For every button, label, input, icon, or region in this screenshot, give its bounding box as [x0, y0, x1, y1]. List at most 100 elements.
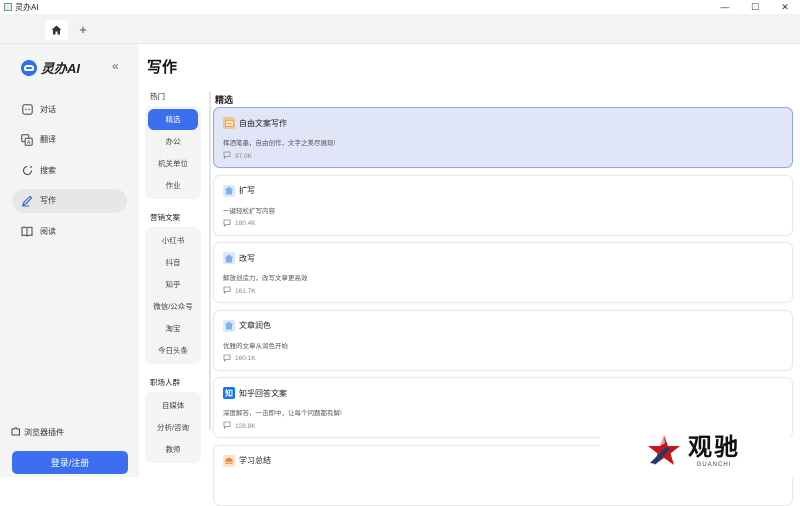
maximize-button[interactable]: ☐ — [740, 0, 770, 14]
card-description: 挥洒笔墨，自由创作，文字之美尽展现! — [223, 140, 336, 147]
card-description: 深度解答，一击即中，让每个问题都有解! — [223, 410, 342, 417]
browser-plugin-link[interactable]: 浏览器插件 — [11, 426, 64, 438]
translate-icon: A — [21, 133, 33, 146]
sidebar-item-chat[interactable]: 对话 — [12, 97, 127, 121]
minimize-button[interactable]: — — [710, 0, 740, 14]
logo-icon — [21, 59, 37, 76]
card-usage: 161.7K — [223, 286, 256, 296]
comment-icon — [223, 151, 231, 161]
brand-name: 灵办AI — [41, 61, 81, 76]
rewrite-icon — [223, 252, 235, 264]
sidebar-item-write[interactable]: 写作 — [12, 188, 127, 213]
card-usage: 160.1K — [223, 354, 256, 364]
sidebar-item-label: 阅读 — [40, 226, 56, 236]
sidebar-item-label: 翻译 — [40, 135, 56, 144]
home-icon — [51, 25, 62, 35]
comment-icon — [223, 421, 231, 431]
watermark-english: GUANCHI — [696, 461, 732, 468]
template-card[interactable]: 改写 解放创造力，改写文章更高效 161.7K — [213, 242, 793, 303]
category-group-heading: 营销文案 — [150, 212, 180, 222]
category-item[interactable]: 办公 — [148, 131, 198, 152]
category-item[interactable]: 知乎 — [148, 274, 198, 295]
usage-count: 180.4K — [235, 220, 256, 227]
scroll-divider[interactable] — [209, 92, 211, 430]
sidebar-item-label: 写作 — [40, 196, 56, 205]
close-button[interactable]: ✕ — [770, 0, 800, 14]
card-description: 解放创造力，改写文章更高效 — [223, 275, 308, 282]
watermark: 观驰 GUANCHI — [646, 433, 740, 469]
template-card[interactable]: 自由文案写作 挥洒笔墨，自由创作，文字之美尽展现! 97.0K — [213, 107, 793, 168]
category-item[interactable]: 作业 — [148, 175, 198, 196]
category-item[interactable]: 微信/公众号 — [148, 296, 198, 317]
add-tab-button[interactable]: + — [74, 20, 92, 38]
comment-icon — [223, 219, 231, 229]
sidebar-item-read[interactable]: 阅读 — [12, 219, 127, 243]
category-item[interactable]: 机关单位 — [148, 153, 198, 174]
login-register-button[interactable]: 登录/注册 — [12, 451, 128, 474]
category-item[interactable]: 抖音 — [148, 252, 198, 273]
chat-icon — [21, 103, 33, 115]
category-item[interactable]: 精选 — [148, 109, 198, 130]
sidebar-item-search[interactable]: 搜索 — [12, 158, 127, 182]
watermark-chinese: 观驰 — [688, 433, 740, 461]
usage-count: 160.1K — [235, 355, 256, 362]
card-description: 优雅的文章从润色开始 — [223, 342, 288, 350]
brand-logo[interactable]: 灵办AI — [21, 58, 80, 77]
free-write-icon — [223, 117, 235, 129]
sidebar-item-translate[interactable]: A 翻译 — [12, 128, 127, 152]
category-item[interactable]: 分析/咨询 — [148, 417, 198, 438]
category-group-marketing: 小红书 抖音 知乎 微信/公众号 淘宝 今日头条 — [145, 227, 201, 364]
category-group-workplace: 自媒体 分析/咨询 教师 — [145, 392, 201, 463]
category-item[interactable]: 小红书 — [148, 230, 198, 251]
card-title: 文章润色 — [239, 321, 271, 330]
card-usage: 128.8K — [223, 421, 256, 431]
app-icon — [4, 3, 12, 11]
star-logo-icon — [648, 435, 680, 465]
category-group-heading: 职场人群 — [150, 377, 180, 387]
card-title: 扩写 — [239, 186, 255, 195]
puzzle-icon — [11, 426, 21, 438]
template-card[interactable]: 扩写 一键轻松扩写内容 180.4K — [213, 174, 793, 236]
usage-count: 97.0K — [235, 152, 252, 160]
search-icon — [21, 164, 33, 176]
category-item[interactable]: 今日头条 — [148, 340, 198, 361]
expand-icon — [223, 184, 235, 197]
page-title: 写作 — [147, 59, 178, 76]
sidebar-item-label: 对话 — [40, 104, 56, 114]
card-title: 自由文案写作 — [239, 118, 287, 128]
window-controls: — ☐ ✕ — [710, 0, 800, 14]
home-tab[interactable] — [45, 20, 68, 40]
category-item[interactable]: 淘宝 — [148, 318, 198, 339]
template-card[interactable]: 文章润色 优雅的文章从润色开始 160.1K — [213, 309, 793, 371]
card-description: 一键轻松扩写内容 — [223, 207, 275, 215]
comment-icon — [223, 354, 231, 364]
collapse-sidebar-icon[interactable]: « — [112, 59, 119, 73]
title-bar: 灵办AI — [0, 0, 800, 14]
category-group-hot: 精选 办公 机关单位 作业 — [145, 106, 201, 199]
sidebar: 灵办AI « 对话 A 翻译 搜索 写作 阅读 浏览器插件 登录/注册 — [0, 44, 139, 477]
category-group-heading: 热门 — [150, 91, 165, 101]
comment-icon — [223, 286, 231, 296]
tab-bar: + — [0, 14, 800, 44]
card-title: 知乎回答文案 — [239, 388, 287, 398]
sidebar-nav: 对话 A 翻译 搜索 写作 阅读 — [12, 97, 127, 250]
window-title: 灵办AI — [15, 2, 39, 12]
usage-count: 128.8K — [235, 422, 256, 430]
usage-count: 161.7K — [235, 287, 256, 295]
polish-icon — [223, 319, 235, 332]
category-column: 热门 精选 办公 机关单位 作业 营销文案 小红书 抖音 知乎 微信/公众号 淘… — [145, 86, 203, 477]
pen-icon — [21, 195, 33, 207]
sidebar-item-label: 搜索 — [40, 165, 56, 175]
book-icon — [21, 225, 33, 237]
card-usage: 180.4K — [223, 219, 256, 229]
svg-text:A: A — [27, 140, 31, 146]
browser-plugin-label: 浏览器插件 — [24, 427, 64, 437]
template-card[interactable]: 知 知乎回答文案 深度解答，一击即中，让每个问题都有解! 128.8K — [213, 377, 793, 438]
card-usage: 97.0K — [223, 151, 252, 161]
category-item[interactable]: 教师 — [148, 439, 198, 460]
card-title: 改写 — [239, 253, 255, 263]
category-item[interactable]: 自媒体 — [148, 395, 198, 416]
card-title: 学习总结 — [239, 456, 271, 465]
zhihu-icon: 知 — [223, 387, 235, 399]
section-title: 精选 — [215, 95, 234, 105]
